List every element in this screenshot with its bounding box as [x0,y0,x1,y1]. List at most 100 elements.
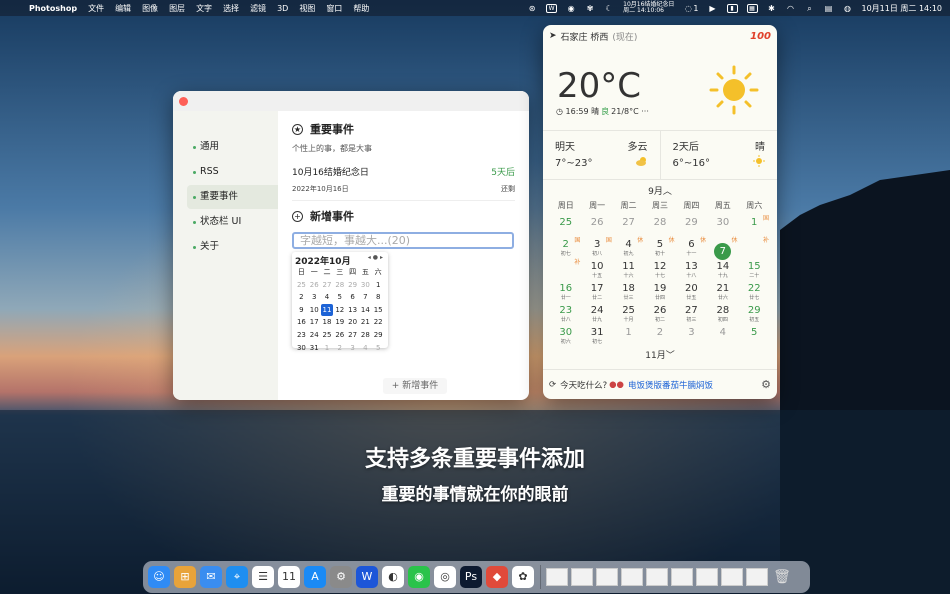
battery-icon[interactable]: ▮ [726,3,738,13]
forecast-after-2-days[interactable]: 2天后 6°~16° 晴 [659,131,778,179]
picker-day[interactable]: 25 [321,329,334,342]
bluetooth-icon[interactable]: ✱ [767,4,777,13]
menu-edit[interactable]: 编辑 [115,3,131,14]
dock-recent-window[interactable] [646,568,668,586]
calendar-day[interactable]: 20 廿五 [676,283,707,305]
calendar-day[interactable]: 15 二十 [739,261,770,283]
siri-icon[interactable]: ◍ [843,4,853,13]
wifi-icon[interactable]: ◠ [786,4,796,13]
calendar-day[interactable]: 10 十五 [581,261,612,283]
sidebar-item-about[interactable]: 关于 [187,235,278,259]
reminder-status[interactable]: 10月16结婚纪念日 周二 14:10:06 [623,2,674,14]
calendar-day[interactable]: 26 初二 [644,305,675,327]
grid-icon[interactable]: ▦ [746,3,758,13]
photoshop-icon[interactable]: Ps [460,566,482,588]
finder-icon[interactable]: ☺ [148,566,170,588]
menu-3d[interactable]: 3D [277,4,288,13]
picker-day[interactable]: 26 [308,279,321,292]
calendar-day[interactable]: 4 初九休 [613,237,644,261]
picker-day[interactable]: 20 [346,316,359,329]
reminders-icon[interactable]: ☰ [252,566,274,588]
calendar-day[interactable]: 3 [676,327,707,349]
menu-type[interactable]: 文字 [196,3,212,14]
apple-logo-icon[interactable] [8,4,18,13]
picker-day[interactable]: 27 [321,279,334,292]
calendar-day[interactable]: 7休 [707,237,738,261]
picker-day[interactable]: 26 [333,329,346,342]
picker-day[interactable]: 6 [346,291,359,304]
dock-recent-window[interactable] [671,568,693,586]
picker-day[interactable]: 17 [308,316,321,329]
picker-day[interactable]: 25 [295,279,308,292]
chrome-icon[interactable]: ◎ [434,566,456,588]
calendar-day[interactable]: 23 廿八 [550,305,581,327]
event-item[interactable]: 10月16结婚纪念日 5天后 [292,165,515,178]
picker-day[interactable]: 23 [295,329,308,342]
picker-day[interactable]: 13 [346,304,359,317]
sidebar-item-rss[interactable]: RSS [187,160,278,184]
dock-recent-window[interactable] [721,568,743,586]
calendar-day[interactable]: 13 十八 [676,261,707,283]
picker-day[interactable]: 14 [359,304,372,317]
picker-day[interactable]: 28 [359,329,372,342]
date-picker[interactable]: 2022年10月 ◂●▸ 日一二三四五六 25 26 27 28 29 30 1 2 3 4 5 6 7… [292,252,388,352]
calendar-day[interactable]: 1 [613,327,644,349]
chat-badge[interactable]: ◌ 1 [683,4,699,13]
play-icon[interactable]: ▶ [708,4,718,13]
picker-day[interactable]: 16 [295,316,308,329]
calendar-day[interactable]: 补 [550,259,581,283]
calendar-day[interactable]: 16 廿一 [550,283,581,305]
flower-icon[interactable]: ✾ [585,4,595,13]
calendar-icon[interactable]: 11 [278,566,300,588]
picker-day[interactable]: 5 [372,342,385,355]
picker-day[interactable]: 30 [359,279,372,292]
picker-day[interactable]: 3 [346,342,359,355]
dock-recent-window[interactable] [546,568,568,586]
picker-day[interactable]: 2 [333,342,346,355]
sidebar-item-general[interactable]: 通用 [187,135,278,159]
hundred-badge[interactable]: 100 [750,31,771,42]
calendar-day[interactable]: 30 初六 [550,327,581,349]
picker-day[interactable]: 1 [372,279,385,292]
trash-icon[interactable]: 🗑 [771,566,793,588]
menu-image[interactable]: 图像 [142,3,158,14]
control-center-icon[interactable]: ▤ [824,4,834,13]
date-picker-days[interactable]: 25 26 27 28 29 30 1 2 3 4 5 6 7 8 9 10 11 12 13 14 15 16 17 18 1… [295,279,385,355]
picker-day[interactable]: 21 [359,316,372,329]
wps-icon[interactable]: W [356,566,378,588]
menu-select[interactable]: 选择 [223,3,239,14]
calendar-day[interactable]: 3 初八国 [581,237,612,261]
add-event-button[interactable]: + 新增事件 [383,378,447,394]
wps-menu-icon[interactable]: W [546,3,558,13]
dock-recent-window[interactable] [571,568,593,586]
connections-icon[interactable]: ⊛ [527,4,537,13]
calendar-day[interactable]: 28 初四 [707,305,738,327]
picker-day[interactable]: 12 [333,304,346,317]
picker-day[interactable]: 24 [308,329,321,342]
safari-icon[interactable]: ⌖ [226,566,248,588]
picker-day[interactable]: 19 [333,316,346,329]
picker-day[interactable]: 8 [372,291,385,304]
calendar-prev-month[interactable]: 9月︿ [543,184,777,197]
food-dish-link[interactable]: 电饭煲版番茄牛腩焖饭 [628,379,713,391]
date-picker-nav[interactable]: ◂●▸ [368,254,385,266]
picker-day[interactable]: 29 [346,279,359,292]
picker-day[interactable]: 2 [295,291,308,304]
forecast-tomorrow[interactable]: 明天 7°~23° 多云 [543,131,660,179]
picker-day[interactable]: 15 [372,304,385,317]
menu-clock[interactable]: 10月11日 周二 14:10 [862,3,943,14]
search-icon[interactable]: ⌕ [805,4,815,13]
calendar-day[interactable]: 18 廿三 [613,283,644,305]
calendar-day[interactable]: 14 十九 [707,261,738,283]
sidebar-item-important-events[interactable]: 重要事件 [187,185,278,209]
dock-recent-window[interactable] [596,568,618,586]
picker-day[interactable]: 31 [308,342,321,355]
calendar-day[interactable]: 12 十七 [644,261,675,283]
dock-recent-window[interactable] [746,568,768,586]
refresh-icon[interactable]: ⟳ [549,380,556,390]
calendar-next-month[interactable]: 11月﹀ [543,348,777,361]
more-icon[interactable]: ··· [641,107,649,116]
menu-file[interactable]: 文件 [88,3,104,14]
system-settings-icon[interactable]: ⚙ [330,566,352,588]
calendar-day[interactable]: 2 [644,327,675,349]
